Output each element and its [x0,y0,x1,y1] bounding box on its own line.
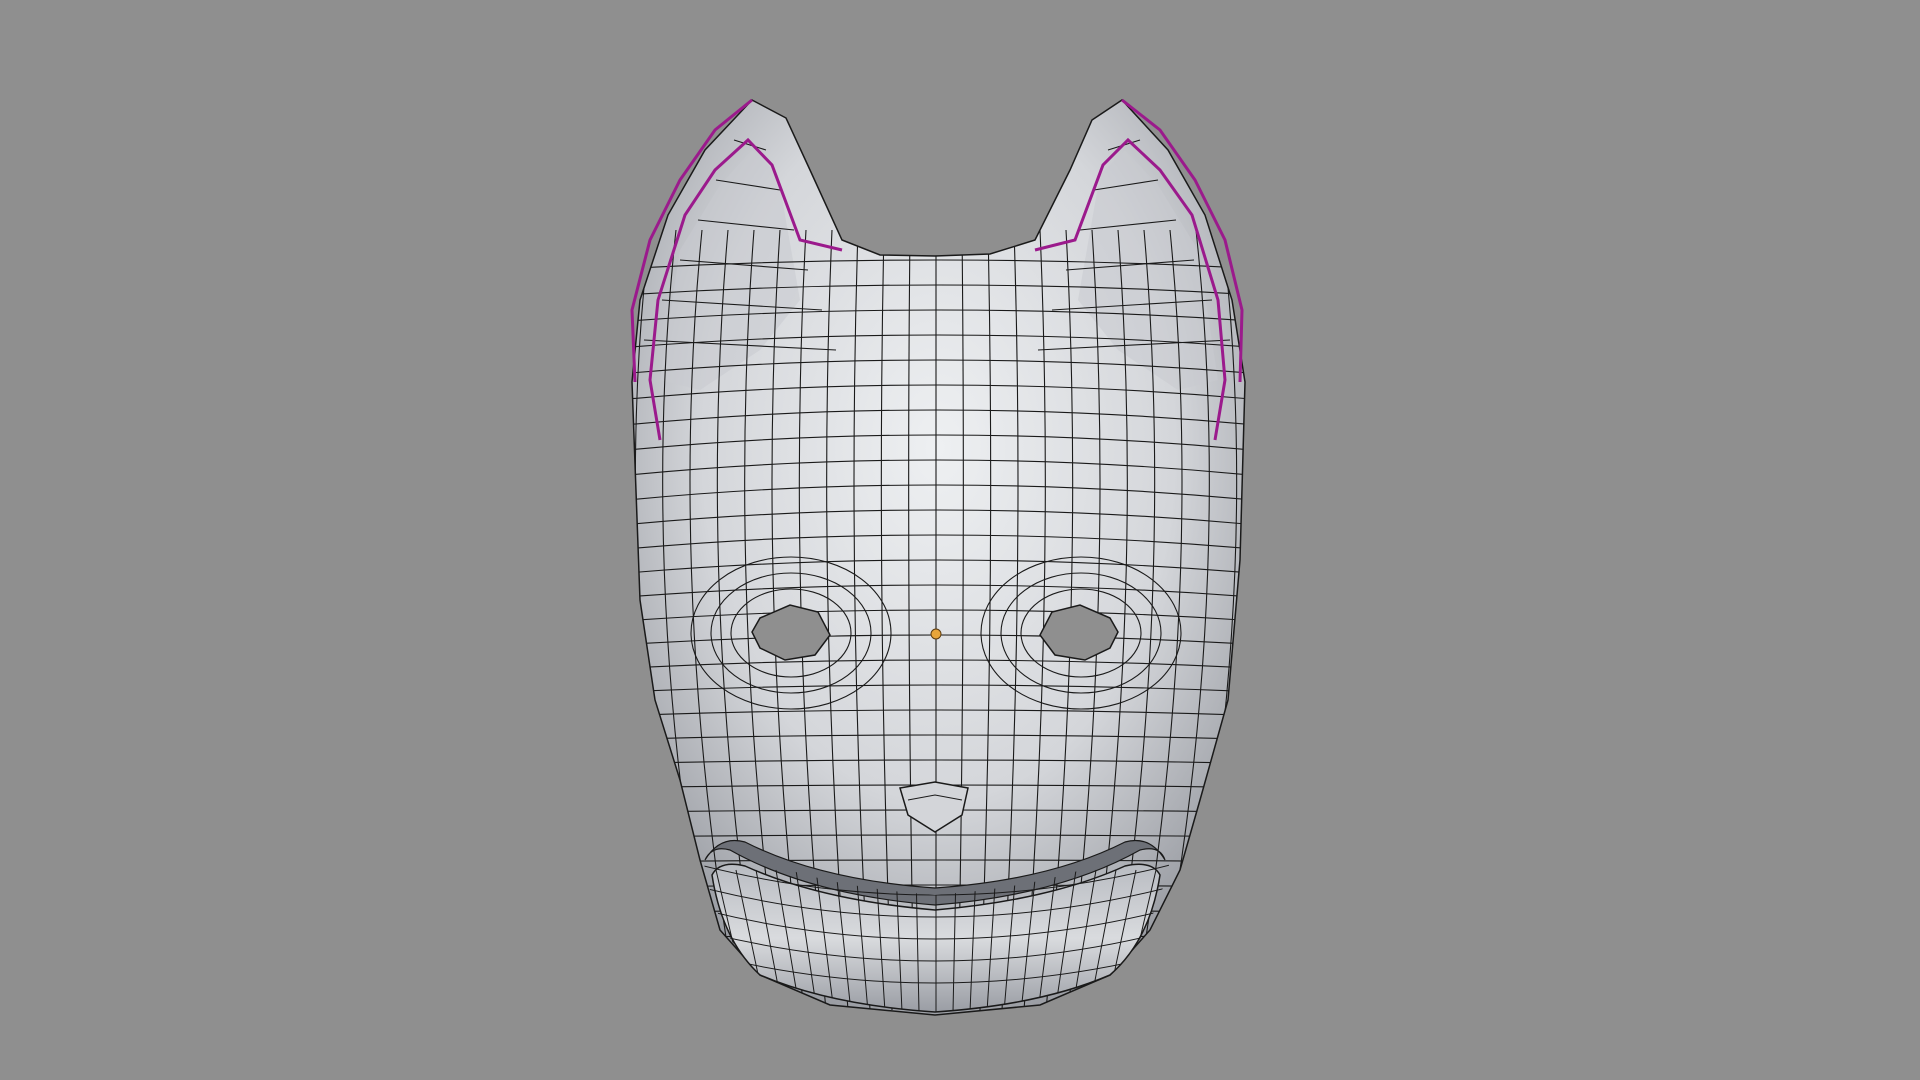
origin-dot-icon[interactable] [930,628,942,640]
wire-edge [1243,229,1245,1011]
wire-edge [553,230,628,1010]
viewport-canvas[interactable] [0,0,1920,1080]
mask-mesh[interactable] [553,98,1318,1016]
3d-viewport[interactable] [0,0,1920,1080]
